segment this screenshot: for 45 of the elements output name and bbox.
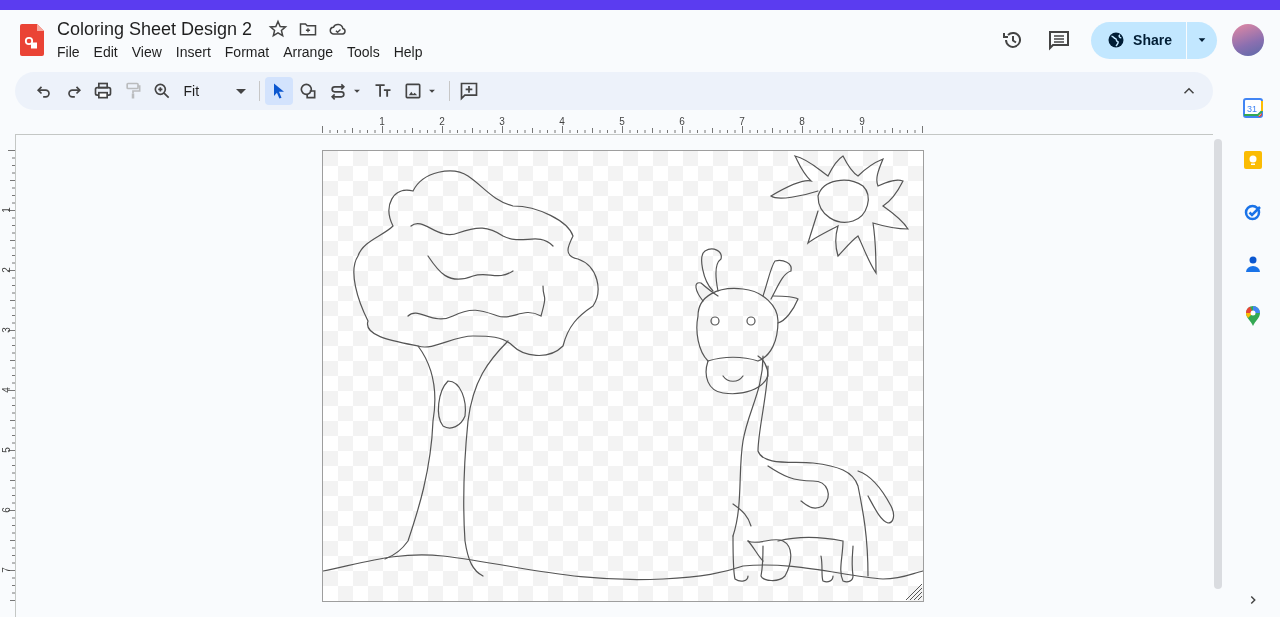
select-tool-button[interactable]	[264, 77, 293, 105]
add-comment-icon	[459, 81, 479, 101]
menu-item[interactable]: Format	[217, 43, 277, 61]
print-icon	[93, 81, 113, 101]
menu-item[interactable]: View	[124, 43, 169, 61]
ruler-number: 2	[439, 116, 445, 127]
ruler-number: 5	[619, 116, 625, 127]
ruler-number: 4	[0, 387, 12, 393]
document-title[interactable]: Coloring Sheet Design 2	[57, 18, 253, 40]
caret-down-icon	[235, 88, 246, 94]
scrollbar[interactable]	[1214, 139, 1222, 589]
menu-item[interactable]: Tools	[339, 43, 387, 61]
zoom-icon	[152, 81, 172, 101]
check-circle-icon[interactable]	[1243, 203, 1262, 221]
ruler-number: 1	[0, 207, 12, 213]
avatar[interactable]	[1232, 24, 1264, 56]
globe-icon	[1107, 31, 1126, 49]
ruler-number: 9	[859, 116, 865, 127]
app-logo[interactable]	[20, 24, 44, 56]
ruler-number: 6	[0, 507, 12, 513]
person-icon[interactable]	[1244, 255, 1261, 273]
ruler-number: 1	[379, 116, 385, 127]
ruler-number: 5	[0, 447, 12, 453]
calendar-icon[interactable]: 31	[1242, 98, 1263, 118]
map-pin-icon[interactable]	[1244, 306, 1261, 326]
shapes-icon	[298, 81, 318, 101]
ruler-number: 7	[739, 116, 745, 127]
comment-icon	[1047, 28, 1072, 52]
menu-item[interactable]: Arrange	[276, 43, 340, 61]
zoom-dropdown[interactable]: Fit	[177, 77, 250, 105]
menu-item[interactable]: Help	[386, 43, 430, 61]
share-button[interactable]: Share	[1091, 21, 1186, 59]
ruler-number: 8	[799, 116, 805, 127]
menu-item[interactable]: Edit	[86, 43, 125, 61]
ruler-number: 2	[0, 267, 12, 273]
star-icon	[268, 19, 289, 39]
menu-item[interactable]: Insert	[168, 43, 218, 61]
menu-item[interactable]: File	[50, 43, 87, 61]
ruler-number: 4	[559, 116, 565, 127]
resize-handle-icon[interactable]	[905, 583, 923, 601]
caret-down-icon	[1197, 35, 1207, 45]
ruler-number: 3	[0, 327, 12, 333]
ruler-number: 6	[679, 116, 685, 127]
ruler-number: 7	[0, 567, 12, 573]
ruler-number: 3	[499, 116, 505, 127]
